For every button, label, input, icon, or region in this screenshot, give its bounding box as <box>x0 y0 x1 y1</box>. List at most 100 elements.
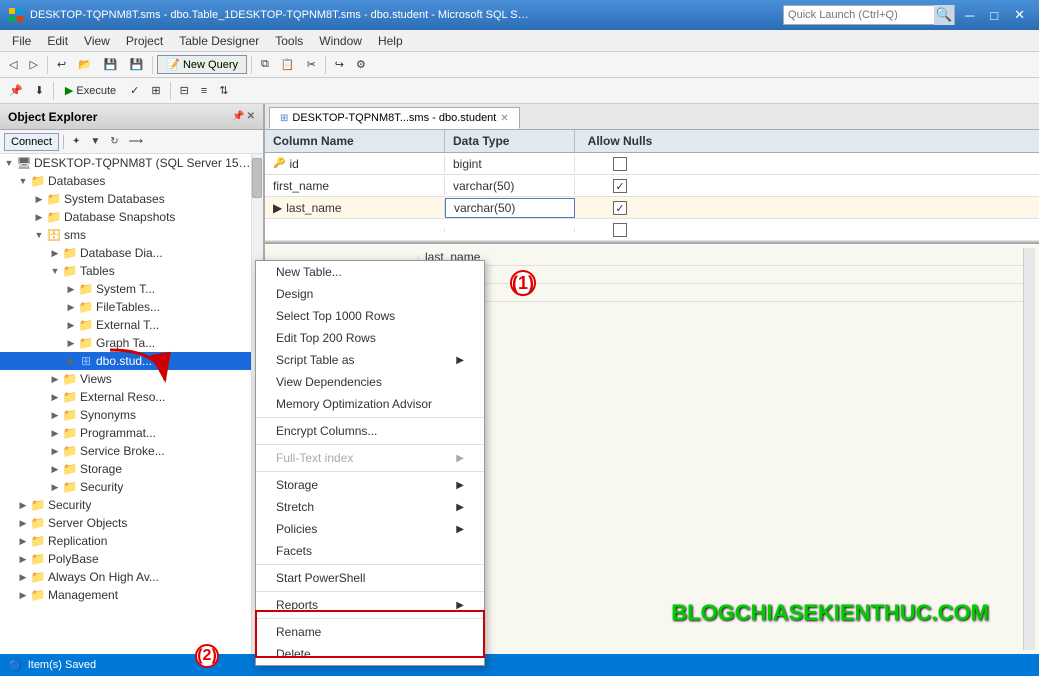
context-menu-item-policies[interactable]: Policies▶ <box>256 518 484 540</box>
table-row[interactable]: 🔑 id bigint <box>265 153 1039 175</box>
quick-launch-input[interactable] <box>784 9 934 21</box>
tree-item-server-objects[interactable]: ▶ 📁 Server Objects <box>0 514 251 532</box>
tab-dbo-student[interactable]: ⊞ DESKTOP-TQPNM8T...sms - dbo.student ✕ <box>269 107 520 129</box>
context-menu-item-delete[interactable]: Delete <box>256 643 484 665</box>
context-menu-item-reports[interactable]: Reports▶ <box>256 594 484 616</box>
oe-filter-button[interactable]: ▼ <box>86 134 104 149</box>
context-menu-item-edit-top-200-rows[interactable]: Edit Top 200 Rows <box>256 327 484 349</box>
query-results-button[interactable]: ⊞ <box>146 81 165 100</box>
menu-item-help[interactable]: Help <box>370 32 411 50</box>
props-scrollbar[interactable] <box>1023 248 1035 650</box>
copy-button[interactable]: ⧉ <box>256 55 274 74</box>
tree-item-programmat[interactable]: ▶ 📁 Programmat... <box>0 424 251 442</box>
menu-item-view[interactable]: View <box>76 32 118 50</box>
menu-item-project[interactable]: Project <box>118 32 171 50</box>
close-button[interactable]: ✕ <box>1008 5 1031 25</box>
tree-item-sms[interactable]: ▼ 🗄 sms <box>0 226 251 244</box>
tree-item-server[interactable]: ▼ 🖥 DESKTOP-TQPNM8T (SQL Server 15.0.200… <box>0 154 251 172</box>
redo-button[interactable]: ↪ <box>330 55 349 74</box>
menu-item-tools[interactable]: Tools <box>267 32 311 50</box>
menu-item-file[interactable]: File <box>4 32 39 50</box>
oe-refresh-button[interactable]: ↻ <box>106 134 122 149</box>
oe-close-icon[interactable]: ✕ <box>247 111 255 122</box>
context-menu-item-memory-optimization-advisor[interactable]: Memory Optimization Advisor <box>256 393 484 415</box>
tree-item-always-on[interactable]: ▶ 📁 Always On High Av... <box>0 568 251 586</box>
context-menu-item-start-powershell[interactable]: Start PowerShell <box>256 567 484 589</box>
open-file-button[interactable]: 📂 <box>73 55 97 74</box>
table-row[interactable] <box>265 219 1039 241</box>
menu-item-edit[interactable]: Edit <box>39 32 76 50</box>
tree-item-service-broke[interactable]: ▶ 📁 Service Broke... <box>0 442 251 460</box>
firstname-null-checkbox[interactable]: ✓ <box>613 179 627 193</box>
tree-item-external-t[interactable]: ▶ 📁 External T... <box>0 316 251 334</box>
tree-item-management[interactable]: ▶ 📁 Management <box>0 586 251 604</box>
tree-item-filetable[interactable]: ▶ 📁 FileTables... <box>0 298 251 316</box>
prog-icon: 📁 <box>62 426 78 440</box>
context-menu-item-facets[interactable]: Facets <box>256 540 484 562</box>
tree-item-synonyms[interactable]: ▶ 📁 Synonyms <box>0 406 251 424</box>
pin-button[interactable]: 📌 <box>4 81 28 100</box>
undo-button[interactable]: ↩ <box>52 55 71 74</box>
forward-button[interactable]: ▷ <box>24 55 42 74</box>
columns-button[interactable]: ⊟ <box>175 81 194 100</box>
context-menu-item-stretch[interactable]: Stretch▶ <box>256 496 484 518</box>
context-menu-item-encrypt-columns---[interactable]: Encrypt Columns... <box>256 420 484 442</box>
sort-button[interactable]: ⇅ <box>214 81 233 100</box>
oe-toolbar: Connect ✦ ▼ ↻ ⟶ <box>0 130 263 154</box>
context-menu-item-select-top-1000-rows[interactable]: Select Top 1000 Rows <box>256 305 484 327</box>
execute-button[interactable]: ▶ Execute <box>58 81 123 100</box>
save-button[interactable]: 💾 <box>99 55 123 74</box>
alwayson-icon: 📁 <box>30 570 46 584</box>
search-button[interactable]: 🔍 <box>934 5 954 25</box>
tree-item-storage-sms[interactable]: ▶ 📁 Storage <box>0 460 251 478</box>
tree-item-databases[interactable]: ▼ 📁 Databases <box>0 172 251 190</box>
oe-new-object-button[interactable]: ✦ <box>68 134 84 149</box>
tree-item-db-diag[interactable]: ▶ 📁 Database Dia... <box>0 244 251 262</box>
rows-button[interactable]: ≡ <box>196 82 212 100</box>
debug-button[interactable]: ⚙ <box>351 55 371 74</box>
tree-item-graph-ta[interactable]: ▶ 📁 Graph Ta... <box>0 334 251 352</box>
tree-item-polybase[interactable]: ▶ 📁 PolyBase <box>0 550 251 568</box>
new-query-button[interactable]: 📝 New Query <box>157 55 247 74</box>
tree-item-security-sms[interactable]: ▶ 📁 Security <box>0 478 251 496</box>
tree-item-views[interactable]: ▶ 📁 Views <box>0 370 251 388</box>
minimize-button[interactable]: ─ <box>959 5 980 25</box>
cut-button[interactable]: ✂ <box>302 55 321 74</box>
table-row[interactable]: first_name varchar(50) ✓ <box>265 175 1039 197</box>
oe-move-button[interactable]: ⟶ <box>125 134 147 149</box>
empty-null-checkbox[interactable] <box>613 223 627 237</box>
context-menu-item-rename[interactable]: Rename <box>256 621 484 643</box>
menu-item-window[interactable]: Window <box>311 32 370 50</box>
tree-item-replication[interactable]: ▶ 📁 Replication <box>0 532 251 550</box>
save-all-button[interactable]: 💾 <box>125 55 149 74</box>
context-menu-separator <box>256 417 484 418</box>
connect-button[interactable]: Connect <box>4 133 59 151</box>
check-syntax-button[interactable]: ✓ <box>125 81 144 100</box>
context-menu-item-view-dependencies[interactable]: View Dependencies <box>256 371 484 393</box>
tree-item-system-databases[interactable]: ▶ 📁 System Databases <box>0 190 251 208</box>
context-menu-item-script-table-as[interactable]: Script Table as▶ <box>256 349 484 371</box>
context-menu-item-new-table---[interactable]: New Table... <box>256 261 484 283</box>
tree-item-dbo-student[interactable]: ▶ ⊞ dbo.stud... <box>0 352 251 370</box>
id-null-checkbox[interactable] <box>613 157 627 171</box>
tree-item-system-t[interactable]: ▶ 📁 System T... <box>0 280 251 298</box>
oe-title: Object Explorer <box>8 110 97 124</box>
quick-launch-search[interactable]: 🔍 <box>783 5 955 25</box>
menu-item-table designer[interactable]: Table Designer <box>171 32 267 50</box>
restore-button[interactable]: □ <box>984 5 1004 25</box>
lastname-null-checkbox[interactable]: ✓ <box>613 201 627 215</box>
filter-button[interactable]: ⬇ <box>30 81 49 100</box>
tree-item-db-snapshots[interactable]: ▶ 📁 Database Snapshots <box>0 208 251 226</box>
back-button[interactable]: ◁ <box>4 55 22 74</box>
context-menu-item-design[interactable]: Design <box>256 283 484 305</box>
extreso-label: External Reso... <box>80 390 251 404</box>
tree-item-tables[interactable]: ▼ 📁 Tables <box>0 262 251 280</box>
context-menu-item-storage[interactable]: Storage▶ <box>256 474 484 496</box>
status-text: Item(s) Saved <box>28 659 96 671</box>
oe-scrollbar-thumb[interactable] <box>252 158 262 198</box>
tab-close-button[interactable]: ✕ <box>500 113 508 124</box>
paste-button[interactable]: 📋 <box>276 55 300 74</box>
tree-item-external-reso[interactable]: ▶ 📁 External Reso... <box>0 388 251 406</box>
table-row[interactable]: ▶ last_name varchar(50) ✓ <box>265 197 1039 219</box>
tree-item-security-top[interactable]: ▶ 📁 Security <box>0 496 251 514</box>
